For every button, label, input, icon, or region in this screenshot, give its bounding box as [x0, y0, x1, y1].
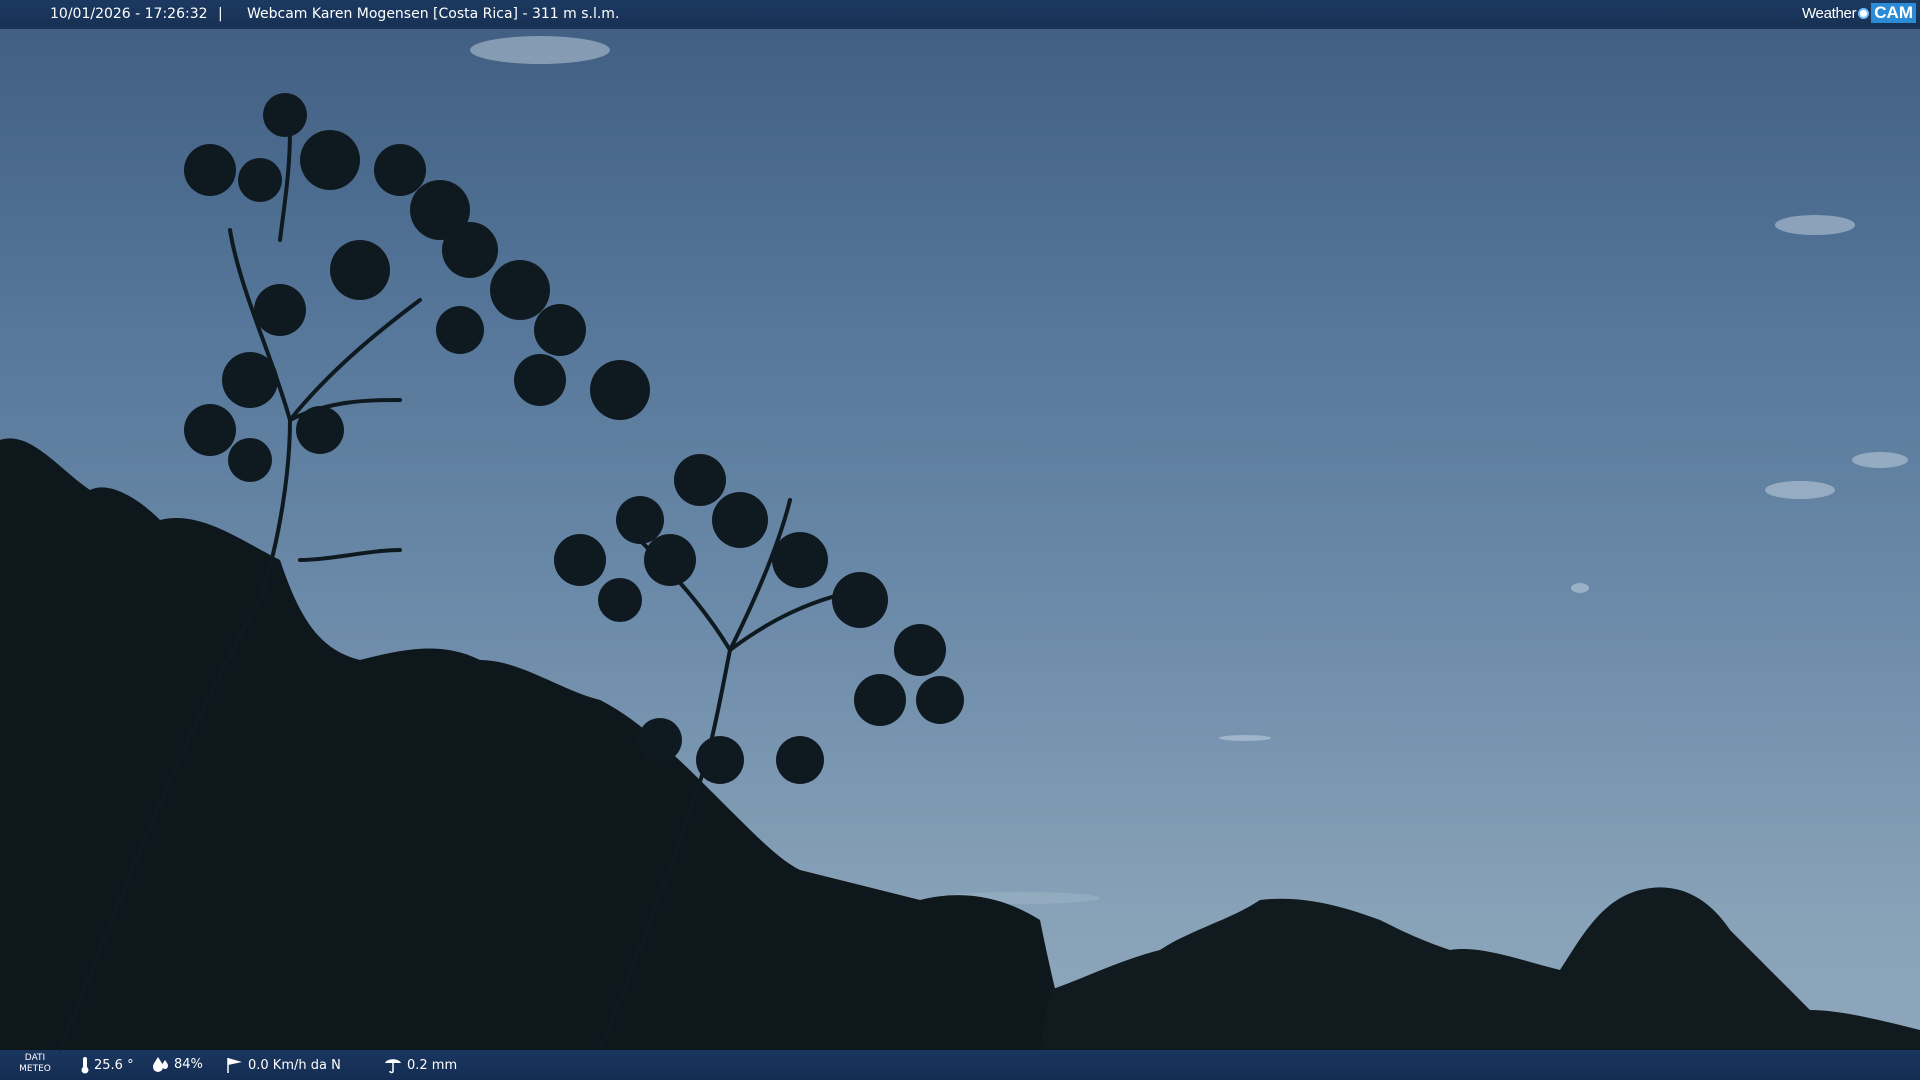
- wind-icon: [227, 1058, 242, 1073]
- webcam-image: [0, 36, 1920, 1052]
- dati-label-line1: DATI: [24, 1053, 46, 1063]
- logo-weather-text: Weather: [1801, 4, 1857, 22]
- thermometer-icon: [81, 1057, 89, 1074]
- rain-value: 0.2 mm: [407, 1057, 458, 1073]
- wind-readout: 0.0 Km/h da N: [224, 1056, 341, 1074]
- rain-readout: 0.2 mm: [383, 1056, 457, 1074]
- temperature-value: 25.6 °: [94, 1057, 134, 1073]
- forest-right: [1040, 887, 1920, 1050]
- logo-globe-icon: [1858, 7, 1870, 19]
- tree-leaves-left: [184, 93, 650, 482]
- weathercam-logo: Weather CAM: [1802, 3, 1916, 23]
- title-separator: |: [218, 6, 223, 22]
- wind-value: 0.0 Km/h da N: [248, 1057, 341, 1073]
- rain-gauge-icon: [385, 1059, 401, 1074]
- webcam-frame: 10/01/2026 - 17:26:32 | Webcam Karen Mog…: [0, 0, 1920, 1080]
- logo-cam-text: CAM: [1871, 3, 1916, 23]
- dati-meteo-label: DATI METEO: [18, 1053, 52, 1075]
- top-info-bar: 10/01/2026 - 17:26:32 | Webcam Karen Mog…: [0, 0, 1920, 29]
- forest-left: [0, 438, 1070, 1051]
- weather-data-bar: DATI METEO 25.6 ° 84% 0.0 Km/h da N 0.2 …: [0, 1050, 1920, 1080]
- humidity-value: 84%: [174, 1056, 203, 1072]
- temperature-readout: 25.6 °: [80, 1056, 134, 1074]
- webcam-title: Webcam Karen Mogensen [Costa Rica] - 311…: [247, 6, 620, 22]
- humidity-readout: 84%: [152, 1056, 203, 1072]
- dati-label-line2: METEO: [19, 1064, 51, 1074]
- humidity-icon: [153, 1057, 168, 1072]
- timestamp: 10/01/2026 - 17:26:32: [50, 6, 208, 22]
